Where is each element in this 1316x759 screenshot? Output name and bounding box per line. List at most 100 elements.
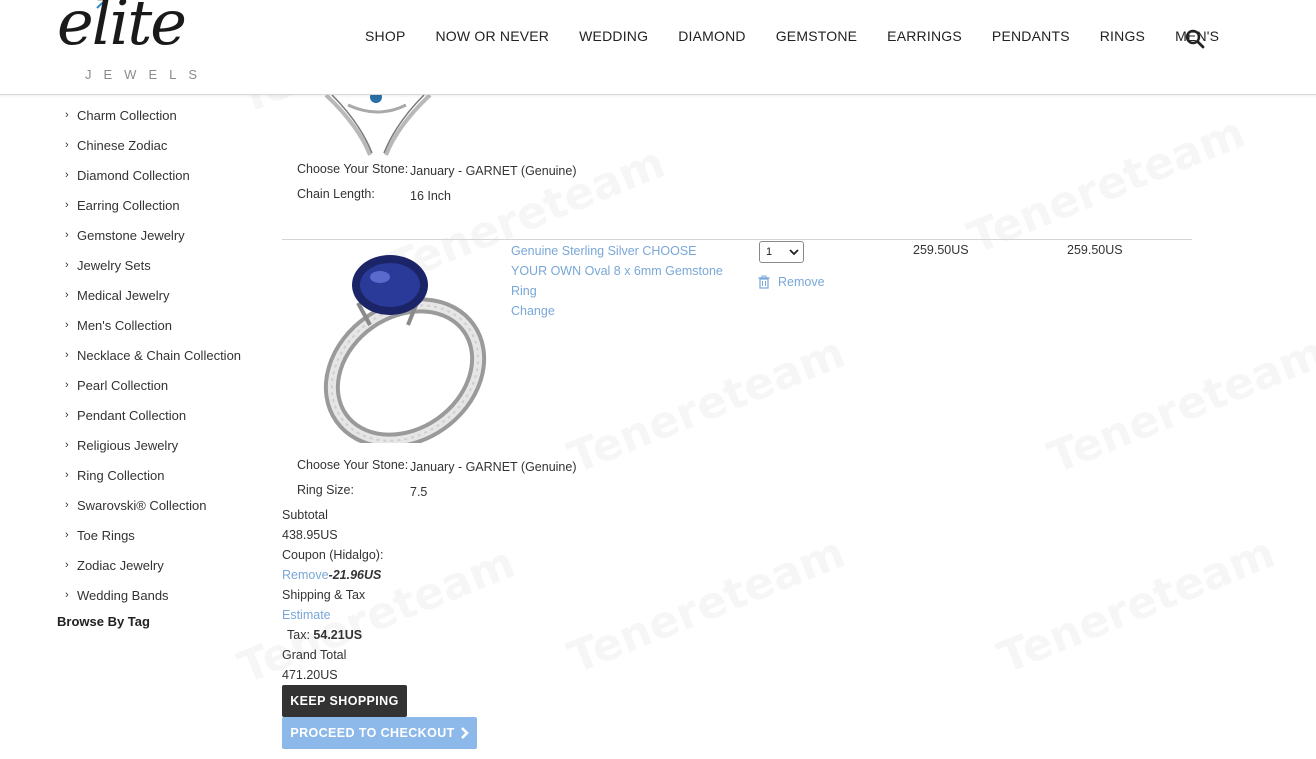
quantity-value: 1 [766,246,773,258]
sidebar-item-charm-collection[interactable]: › Charm Collection [65,100,275,130]
nav-item-earrings[interactable]: EARRINGS [887,28,962,44]
watermark-text: Tenereteam [1041,327,1316,484]
sidebar-item-label: Necklace & Chain Collection [77,347,242,363]
sidebar-item-label: Medical Jewelry [77,287,170,303]
sidebar-item-swarovski-collection[interactable]: › Swarovski® Collection [65,490,275,520]
sidebar-item-label: Pearl Collection [77,377,169,393]
nav-item-now-or-never[interactable]: NOW OR NEVER [435,28,549,44]
brand-logo[interactable]: elite JEWELS [55,0,225,86]
product-image-ring[interactable] [310,243,495,443]
search-icon[interactable] [1185,29,1205,49]
logo-wordmark: elite [57,0,187,59]
chevron-right-icon: › [65,229,69,241]
cart-totals: Subtotal 438.95US Coupon (Hidalgo): Remo… [282,505,383,685]
nav-item-rings[interactable]: RINGS [1100,28,1145,44]
shipping-tax-label: Shipping & Tax [282,588,366,602]
sidebar-item-pearl-collection[interactable]: › Pearl Collection [65,370,275,400]
tax-value: 54.21US [313,628,363,642]
chevron-right-icon: › [65,109,69,121]
proceed-to-checkout-button[interactable]: PROCEED TO CHECKOUT [282,717,477,749]
change-link[interactable]: Change [511,301,731,321]
sidebar-item-label: Religious Jewelry [77,437,179,453]
sidebar-item-label: Diamond Collection [77,167,190,183]
sidebar-item-necklace-chain[interactable]: › Necklace & Chain Collection [65,340,275,370]
chevron-right-icon: › [65,469,69,481]
product-name-link[interactable]: Genuine Sterling Silver CHOOSE YOUR OWN … [511,241,731,321]
item2-option-label-stone: Choose Your Stone: [297,458,409,472]
item1-option-value-chain: 16 Inch [410,189,452,203]
product-name-line: YOUR OWN Oval 8 x 6mm Gemstone [511,264,723,278]
subtotal-label: Subtotal [282,508,328,522]
sidebar-item-jewelry-sets[interactable]: › Jewelry Sets [65,250,275,280]
sidebar-item-medical-jewelry[interactable]: › Medical Jewelry [65,280,275,310]
main-nav: SHOP NOW OR NEVER WEDDING DIAMOND GEMSTO… [350,28,1234,44]
item2-option-value-stone: January - GARNET (Genuine) [410,460,577,474]
chevron-right-icon: › [65,319,69,331]
cart-row-divider [282,239,1192,240]
watermark-text: Tenereteam [991,527,1282,684]
sidebar-item-label: Ring Collection [77,467,165,483]
sidebar-item-diamond-collection[interactable]: › Diamond Collection [65,160,275,190]
product-name-line: Genuine Sterling Silver CHOOSE [511,244,697,258]
keep-shopping-button[interactable]: KEEP SHOPPING [282,685,407,717]
chevron-right-icon: › [65,349,69,361]
coupon-row: Remove-21.96US [282,565,383,585]
chevron-right-icon: › [65,499,69,511]
coupon-label: Coupon (Hidalgo): [282,548,384,562]
sidebar-item-toe-rings[interactable]: › Toe Rings [65,520,275,550]
nav-item-diamond[interactable]: DIAMOND [678,28,746,44]
tax-row: Tax: 54.21US [282,625,383,645]
item2-option-value-size: 7.5 [410,485,428,499]
unit-price: 259.50US [913,243,969,257]
chevron-right-icon: › [65,589,69,601]
quantity-select[interactable]: 1 [759,241,804,263]
sidebar-item-label: Charm Collection [77,107,177,123]
sidebar-item-gemstone-jewelry[interactable]: › Gemstone Jewelry [65,220,275,250]
product-image-pendant[interactable] [318,95,438,157]
browse-by-tag-heading[interactable]: Browse By Tag [57,614,150,629]
chevron-right-icon [460,727,469,739]
chevron-right-icon: › [65,199,69,211]
chevron-right-icon: › [65,439,69,451]
item1-option-label-chain: Chain Length: [297,187,375,201]
sidebar-item-label: Earring Collection [77,197,180,213]
sidebar-item-label: Zodiac Jewelry [77,557,164,573]
chevron-right-icon: › [65,379,69,391]
sidebar-item-religious-jewelry[interactable]: › Religious Jewelry [65,430,275,460]
nav-item-gemstone[interactable]: GEMSTONE [776,28,857,44]
sidebar-item-label: Pendant Collection [77,407,187,423]
product-name-line: Ring [511,284,537,298]
sidebar-item-label: Jewelry Sets [77,257,151,273]
trash-icon [758,275,770,289]
chevron-right-icon: › [65,529,69,541]
sidebar-item-label: Toe Rings [77,527,135,543]
nav-item-wedding[interactable]: WEDDING [579,28,648,44]
checkout-label: PROCEED TO CHECKOUT [290,726,455,740]
nav-item-shop[interactable]: SHOP [365,28,405,44]
site-header: elite JEWELS SHOP NOW OR NEVER WEDDING D… [0,0,1316,95]
coupon-remove-link[interactable]: Remove [282,568,329,582]
sidebar-item-earring-collection[interactable]: › Earring Collection [65,190,275,220]
chevron-right-icon: › [65,409,69,421]
sidebar-item-chinese-zodiac[interactable]: › Chinese Zodiac [65,130,275,160]
item2-option-label-size: Ring Size: [297,483,354,497]
grand-total-value: 471.20US [282,668,338,682]
sidebar-item-zodiac-jewelry[interactable]: › Zodiac Jewelry [65,550,275,580]
chevron-down-icon [789,249,799,256]
tax-label: Tax: [287,628,310,642]
sidebar-item-pendant-collection[interactable]: › Pendant Collection [65,400,275,430]
logo-subtitle: JEWELS [85,67,210,82]
estimate-link[interactable]: Estimate [282,605,383,625]
category-sidebar: › Charm Collection › Chinese Zodiac › Diamo… [65,100,275,610]
item1-option-label-stone: Choose Your Stone: [297,162,409,176]
sidebar-item-label: Gemstone Jewelry [77,227,185,243]
sidebar-item-wedding-bands[interactable]: › Wedding Bands [65,580,275,610]
watermark-text: Tenereteam [961,107,1252,264]
nav-item-pendants[interactable]: PENDANTS [992,28,1070,44]
sidebar-item-mens-collection[interactable]: › Men's Collection [65,310,275,340]
remove-item-link[interactable]: Remove [757,275,825,289]
chevron-right-icon: › [65,139,69,151]
line-total-price: 259.50US [1067,243,1123,257]
sidebar-item-ring-collection[interactable]: › Ring Collection [65,460,275,490]
chevron-right-icon: › [65,559,69,571]
